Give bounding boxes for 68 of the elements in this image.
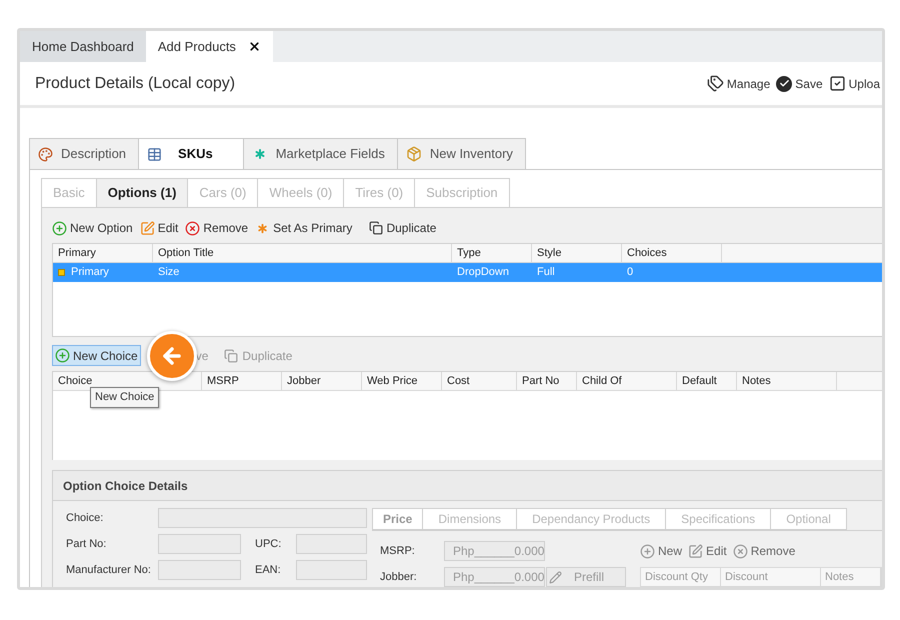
toolbar-button[interactable]: Edit bbox=[688, 542, 727, 560]
toolbar-button[interactable]: Manage bbox=[706, 74, 770, 92]
table-cell-text: Size bbox=[157, 265, 180, 280]
panel-title: Option Choice Details bbox=[63, 478, 188, 494]
grid-icon bbox=[147, 146, 162, 162]
toolbar-button[interactable]: Remove bbox=[185, 219, 248, 237]
toolbar-button[interactable]: Uploa bbox=[828, 74, 880, 92]
add-icon bbox=[52, 220, 67, 236]
column-header[interactable]: Part No bbox=[517, 372, 577, 390]
table-cell: Primary bbox=[53, 263, 153, 282]
toolbar-button[interactable]: New Option bbox=[52, 219, 133, 237]
column-header[interactable]: Style bbox=[532, 244, 622, 262]
close-icon[interactable] bbox=[248, 40, 261, 53]
edit-icon bbox=[140, 220, 155, 236]
add-icon bbox=[55, 348, 70, 363]
field-label: Manufacturer No: bbox=[66, 562, 152, 578]
section-tab[interactable]: Description bbox=[29, 138, 140, 170]
section-tab[interactable]: SKUs bbox=[139, 138, 244, 170]
input-field[interactable] bbox=[158, 534, 241, 554]
field-label: Jobber: bbox=[380, 570, 418, 585]
add-icon bbox=[640, 544, 655, 558]
field-label: EAN: bbox=[255, 562, 282, 578]
toolbar-button[interactable]: Save bbox=[776, 74, 823, 92]
input-field[interactable] bbox=[296, 534, 367, 554]
table-cell-text: Full bbox=[536, 265, 556, 280]
column-header[interactable]: Web Price bbox=[362, 372, 442, 390]
column-header[interactable]: Notes bbox=[737, 372, 837, 390]
table-cell-text: DropDown bbox=[456, 265, 510, 280]
column-header[interactable]: Cost bbox=[442, 372, 517, 390]
column-header[interactable]: Option Title bbox=[153, 244, 452, 262]
remove-icon bbox=[732, 544, 748, 558]
new-choice-button[interactable]: New Choice bbox=[52, 345, 141, 366]
section-tab[interactable]: New Inventory bbox=[398, 138, 526, 170]
table-cell-text: 0 bbox=[626, 265, 634, 280]
page-tab[interactable]: Add Products bbox=[146, 31, 273, 62]
remove-icon bbox=[185, 220, 200, 236]
input-field[interactable] bbox=[296, 560, 367, 580]
field-label: MSRP: bbox=[380, 544, 416, 559]
input-field[interactable] bbox=[158, 508, 367, 528]
checkbox-icon bbox=[828, 75, 846, 92]
tags-icon bbox=[706, 75, 724, 92]
toolbar-button[interactable]: New bbox=[640, 542, 682, 560]
field-label: Choice: bbox=[66, 510, 104, 526]
page-title: Product Details (Local copy) bbox=[35, 74, 236, 94]
field-label: Part No: bbox=[66, 536, 108, 552]
field-label: UPC: bbox=[255, 536, 282, 552]
page-tab[interactable]: Home Dashboard bbox=[20, 31, 146, 62]
column-header[interactable]: MSRP bbox=[202, 372, 282, 390]
tooltip: New Choice bbox=[90, 387, 160, 408]
package-icon bbox=[406, 146, 422, 162]
copy-icon bbox=[224, 348, 238, 362]
input-field[interactable] bbox=[158, 560, 241, 580]
copy-icon bbox=[369, 221, 384, 235]
sub-tab[interactable]: Options (1) bbox=[96, 178, 188, 208]
toolbar-button[interactable]: Set As Primary bbox=[255, 219, 352, 237]
column-header[interactable]: Jobber bbox=[282, 372, 362, 390]
toolbar-button[interactable]: Duplicate bbox=[369, 219, 436, 237]
column-header[interactable]: Default bbox=[677, 372, 737, 390]
column-header[interactable]: Child Of bbox=[577, 372, 677, 390]
section-tab[interactable]: Marketplace Fields bbox=[244, 138, 398, 170]
toolbar-button[interactable]: Edit bbox=[140, 219, 178, 237]
column-header[interactable]: Primary bbox=[53, 244, 153, 262]
palette-icon bbox=[38, 146, 53, 162]
column-header[interactable]: Choices bbox=[622, 244, 722, 262]
column-header[interactable]: Type bbox=[452, 244, 532, 262]
toolbar-button[interactable]: Remove bbox=[732, 542, 796, 560]
edit-icon bbox=[688, 544, 704, 558]
pencil-icon bbox=[549, 570, 562, 584]
